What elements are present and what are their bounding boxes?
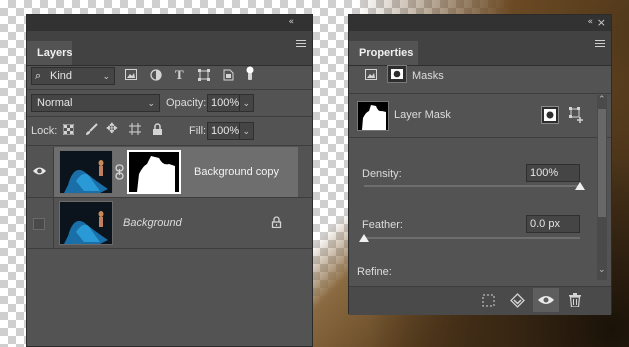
scrollbar-thumb[interactable] bbox=[598, 109, 606, 217]
filter-kind-select[interactable]: ⌕ Kind ⌄ bbox=[31, 67, 115, 85]
feather-slider-thumb[interactable] bbox=[359, 234, 369, 242]
close-icon[interactable]: × bbox=[597, 16, 606, 29]
properties-footer bbox=[349, 286, 611, 315]
layer-mask-thumbnail[interactable] bbox=[127, 150, 181, 194]
tab-properties[interactable]: Properties bbox=[349, 41, 418, 65]
density-value: 100% bbox=[530, 167, 559, 179]
divider bbox=[27, 116, 312, 117]
fill-label: Fill: bbox=[189, 125, 207, 137]
layer-row-background-copy[interactable]: Background copy bbox=[27, 147, 312, 197]
divider bbox=[27, 89, 312, 90]
layer-mask-label: Layer Mask bbox=[394, 109, 451, 121]
properties-tab-bar: Properties bbox=[349, 31, 611, 66]
panel-title-bar: « bbox=[27, 15, 312, 31]
panel-menu-icon[interactable] bbox=[296, 38, 306, 49]
chevron-down-icon: ⌄ bbox=[147, 98, 155, 108]
shape-layer-filter-icon[interactable] bbox=[198, 69, 210, 84]
masks-label: Masks bbox=[412, 70, 444, 82]
mask-link-chain-icon[interactable] bbox=[115, 164, 124, 183]
layer-name[interactable]: Background bbox=[123, 217, 182, 229]
mask-header-icon bbox=[387, 65, 407, 83]
lock-transparent-pixels-icon[interactable] bbox=[62, 123, 75, 138]
pixel-mask-header-icon bbox=[365, 69, 377, 83]
layers-tab-bar: Layers bbox=[27, 31, 312, 66]
blend-mode-label: Normal bbox=[37, 97, 73, 109]
scroll-down-icon[interactable]: ⌄ bbox=[598, 265, 606, 275]
fill-input[interactable]: 100% bbox=[207, 122, 240, 140]
opacity-label: Opacity: bbox=[166, 97, 207, 109]
fill-dropdown-button[interactable]: ⌄ bbox=[239, 122, 254, 140]
feather-slider-track[interactable] bbox=[364, 237, 580, 239]
divider bbox=[27, 248, 312, 249]
scroll-up-icon[interactable]: ⌃ bbox=[598, 95, 606, 105]
layer-thumbnail bbox=[59, 150, 113, 194]
tab-layers[interactable]: Layers bbox=[27, 41, 72, 65]
layer-mask-preview bbox=[357, 101, 389, 131]
layer-thumbnail bbox=[59, 201, 113, 245]
chevron-down-icon: ⌄ bbox=[102, 71, 110, 81]
eye-visibility-icon[interactable] bbox=[32, 166, 47, 179]
add-vector-mask-icon[interactable] bbox=[569, 107, 584, 126]
lock-icon bbox=[271, 216, 282, 231]
collapse-icon[interactable]: « bbox=[288, 17, 293, 27]
panel-menu-icon[interactable] bbox=[595, 38, 605, 49]
divider bbox=[27, 145, 312, 146]
layer-row-background[interactable]: Background bbox=[27, 198, 312, 248]
select-layer-mask-button[interactable] bbox=[541, 106, 559, 124]
refine-label: Refine: bbox=[357, 266, 392, 278]
prevent-auto-nesting-artboard-icon[interactable] bbox=[129, 123, 141, 138]
density-slider-track[interactable] bbox=[364, 185, 580, 187]
chevron-down-icon: ⌄ bbox=[242, 98, 250, 108]
layer-name[interactable]: Background copy bbox=[194, 166, 279, 178]
collapse-icon[interactable]: « bbox=[587, 17, 592, 27]
disable-enable-mask-button[interactable] bbox=[533, 288, 559, 312]
fill-value: 100% bbox=[211, 125, 240, 137]
divider bbox=[349, 137, 611, 138]
chevron-down-icon: ⌄ bbox=[242, 126, 250, 136]
lock-all-icon[interactable] bbox=[152, 123, 163, 138]
layers-panel: « Layers ⌕ Kind ⌄ T Normal ⌄ Opacity: 10… bbox=[26, 14, 313, 347]
apply-mask-icon[interactable] bbox=[510, 293, 525, 311]
filter-kind-label: Kind bbox=[50, 70, 73, 82]
adjustment-layer-filter-icon[interactable] bbox=[150, 69, 162, 84]
load-selection-from-mask-icon[interactable] bbox=[482, 294, 495, 310]
divider bbox=[349, 93, 611, 94]
lock-image-pixels-brush-icon[interactable] bbox=[85, 123, 98, 139]
density-slider-thumb[interactable] bbox=[575, 182, 585, 190]
opacity-dropdown-button[interactable]: ⌄ bbox=[239, 94, 254, 112]
properties-panel: « × Properties Masks Layer Mask Density:… bbox=[348, 14, 612, 315]
delete-mask-trash-icon[interactable] bbox=[569, 293, 581, 310]
feather-value: 0.0 px bbox=[530, 218, 560, 230]
density-input[interactable]: 100% bbox=[526, 164, 580, 182]
search-icon: ⌕ bbox=[35, 70, 42, 82]
visibility-checkbox[interactable] bbox=[33, 218, 45, 230]
filter-toggle-icon[interactable] bbox=[246, 65, 254, 84]
feather-label: Feather: bbox=[362, 219, 403, 231]
pixel-layer-filter-icon[interactable] bbox=[125, 69, 137, 83]
opacity-input[interactable]: 100% bbox=[207, 94, 240, 112]
density-label: Density: bbox=[362, 168, 402, 180]
panel-title-bar: « × bbox=[349, 15, 611, 31]
properties-scrollbar[interactable]: ⌃ ⌄ bbox=[597, 95, 607, 280]
feather-input[interactable]: 0.0 px bbox=[526, 215, 580, 233]
blend-mode-select[interactable]: Normal ⌄ bbox=[31, 94, 160, 112]
lock-position-move-icon[interactable]: ✥ bbox=[106, 122, 118, 136]
opacity-value: 100% bbox=[211, 97, 240, 109]
smart-object-filter-icon[interactable] bbox=[223, 69, 234, 84]
lock-label: Lock: bbox=[31, 125, 58, 137]
type-layer-filter-icon[interactable]: T bbox=[175, 68, 184, 82]
